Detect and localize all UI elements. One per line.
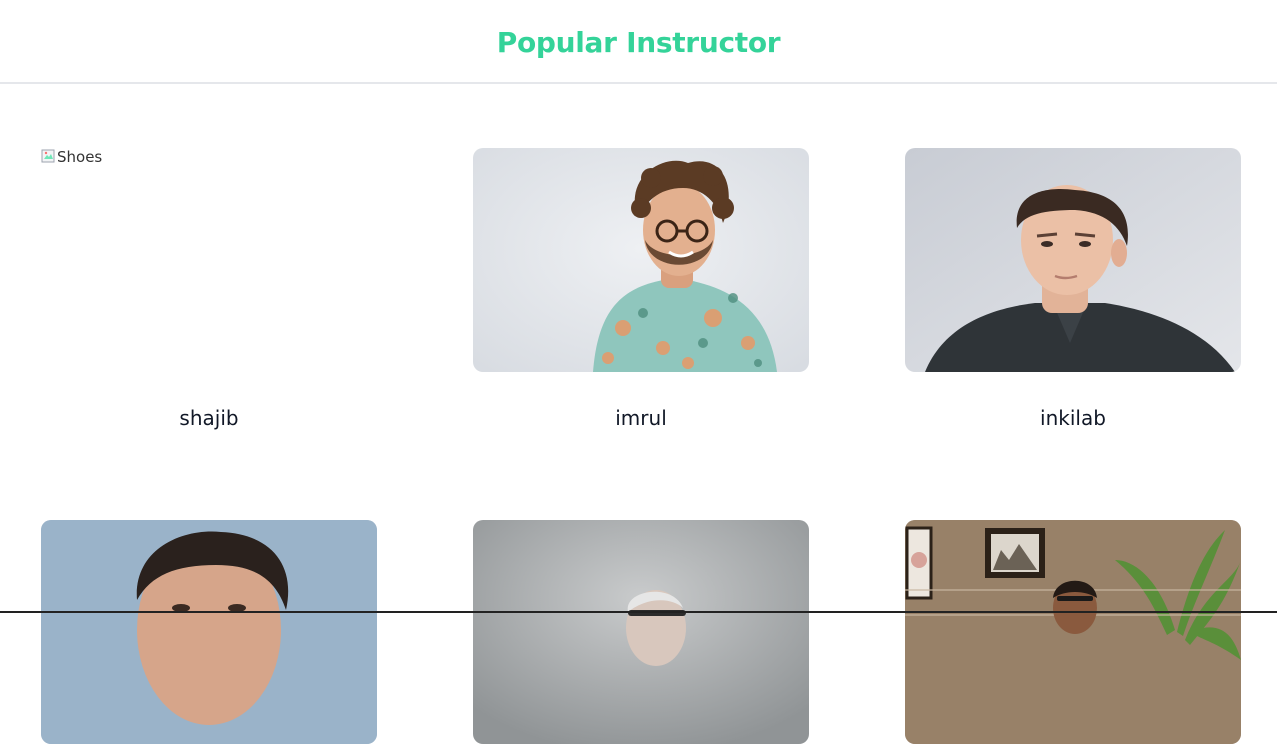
broken-image: Shoes bbox=[41, 148, 102, 166]
instructor-photo bbox=[473, 520, 809, 744]
portrait-image bbox=[905, 148, 1241, 372]
portrait-image bbox=[473, 148, 809, 372]
instructor-photo bbox=[905, 148, 1241, 372]
portrait-image bbox=[41, 520, 377, 744]
instructor-photo bbox=[41, 520, 377, 744]
instructor-name: inkilab bbox=[1040, 406, 1106, 430]
portrait-image bbox=[473, 520, 809, 744]
instructor-card bbox=[905, 520, 1241, 744]
instructor-card bbox=[41, 520, 377, 744]
instructor-photo bbox=[473, 148, 809, 372]
instructor-name: shajib bbox=[179, 406, 239, 430]
section-header: Popular Instructor bbox=[0, 0, 1277, 84]
image-alt-text: Shoes bbox=[57, 148, 103, 166]
instructor-card: imrul bbox=[473, 148, 809, 448]
portrait-image bbox=[905, 520, 1241, 744]
instructor-card: inkilab bbox=[905, 148, 1241, 448]
broken-image-icon bbox=[41, 149, 55, 163]
instructor-photo bbox=[905, 520, 1241, 744]
section-title: Popular Instructor bbox=[496, 25, 781, 59]
instructor-card bbox=[473, 520, 809, 744]
instructor-name: imrul bbox=[615, 406, 667, 430]
instructor-card: Shoes shajib bbox=[41, 148, 377, 448]
